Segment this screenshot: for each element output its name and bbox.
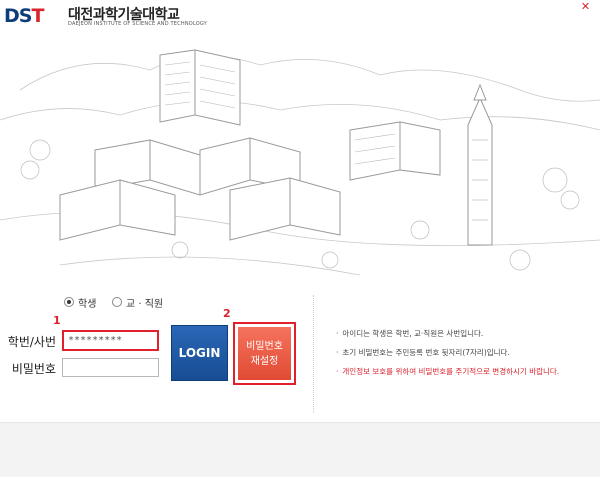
role-student-radio[interactable]: 학생 xyxy=(64,295,97,310)
notice-item-warning: 개인정보 보호를 위하여 비밀번호를 주기적으로 변경하시기 바랍니다. xyxy=(336,366,598,377)
campus-illustration xyxy=(0,30,600,285)
notice-item: 초기 비밀번호는 주민등록 번호 뒷자리(7자리)입니다. xyxy=(336,347,598,358)
notice-list: 아이디는 학생은 학번, 교·직원은 사번입니다. 초기 비밀번호는 주민등록 … xyxy=(336,328,598,385)
login-page: DST 대전과학기술대학교 DAEJEON INSTITUTE OF SCIEN… xyxy=(0,0,600,477)
logo-mark: DST xyxy=(4,5,44,27)
close-icon[interactable]: ✕ xyxy=(580,1,591,12)
login-button[interactable]: LOGIN xyxy=(171,325,228,381)
school-logo: DST 대전과학기술대학교 DAEJEON INSTITUTE OF SCIEN… xyxy=(4,3,207,29)
role-staff-radio[interactable]: 교 · 직원 xyxy=(112,295,164,310)
school-name-en: DAEJEON INSTITUTE OF SCIENCE AND TECHNOL… xyxy=(68,21,207,27)
campus-sketch-icon xyxy=(0,49,600,276)
reset-button-line2: 재설정 xyxy=(250,355,279,367)
id-label: 학번/사번 xyxy=(7,335,56,349)
divider xyxy=(313,295,314,413)
notice-item: 아이디는 학생은 학번, 교·직원은 사번입니다. xyxy=(336,328,598,339)
marker-2: 2 xyxy=(223,307,231,320)
radio-checked-icon[interactable] xyxy=(64,297,74,307)
role-student-label: 학생 xyxy=(78,298,97,310)
password-label: 비밀번호 xyxy=(11,362,56,376)
marker-1: 1 xyxy=(53,314,61,327)
id-input[interactable] xyxy=(62,330,159,351)
password-input[interactable] xyxy=(62,358,159,377)
reset-button-line1: 비밀번호 xyxy=(246,340,283,352)
reset-highlight: 비밀번호 재설정 xyxy=(233,322,296,385)
header: DST 대전과학기술대학교 DAEJEON INSTITUTE OF SCIEN… xyxy=(0,0,600,30)
footer xyxy=(0,422,600,477)
password-reset-button[interactable]: 비밀번호 재설정 xyxy=(238,327,291,380)
role-staff-label: 교 · 직원 xyxy=(126,298,164,310)
radio-unchecked-icon[interactable] xyxy=(112,297,122,307)
